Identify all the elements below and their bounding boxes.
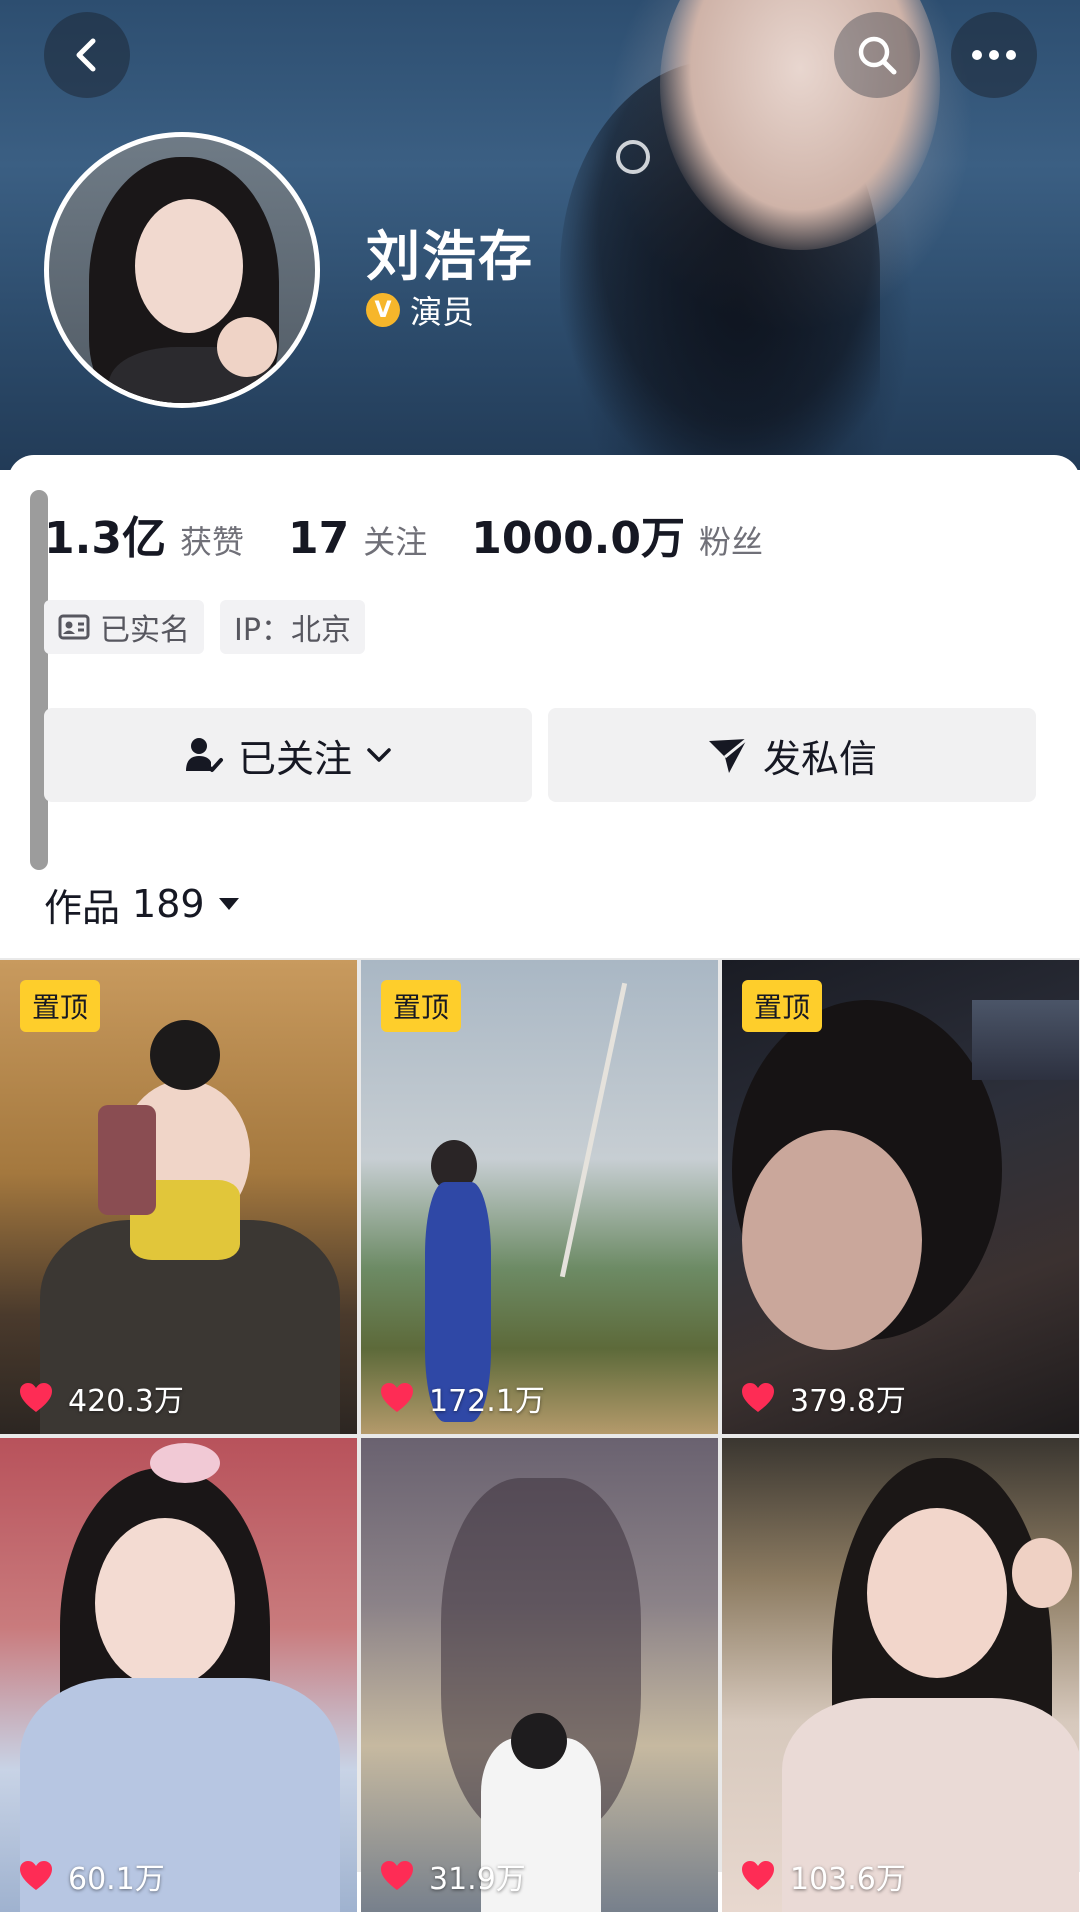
following-count[interactable]: 17 — [288, 513, 349, 564]
user-check-icon — [185, 738, 223, 772]
stats-row: 1.3亿 获赞 17 关注 1000.0万 粉丝 — [44, 502, 807, 564]
profile-name: 刘浩存 — [366, 225, 534, 288]
video-likes: 103.6万 — [740, 1854, 906, 1898]
heart-icon — [742, 1383, 774, 1412]
video-tile[interactable]: 置顶 420.3万 — [0, 960, 357, 1434]
followed-button[interactable]: 已关注 — [44, 708, 532, 802]
profile-tags: 已实名 IP：北京 — [44, 600, 365, 654]
video-likes: 420.3万 — [18, 1376, 184, 1420]
video-tile[interactable]: 103.6万 — [722, 1438, 1079, 1912]
likes-count: 1.3亿 — [44, 513, 166, 564]
video-tile[interactable]: 60.1万 — [0, 1438, 357, 1912]
followers-count[interactable]: 1000.0万 — [471, 502, 685, 566]
search-button[interactable] — [834, 12, 920, 98]
heart-icon — [20, 1383, 52, 1412]
video-likes: 60.1万 — [18, 1854, 165, 1898]
video-likes: 379.8万 — [740, 1376, 906, 1420]
more-button[interactable] — [951, 12, 1037, 98]
avatar[interactable] — [44, 132, 320, 408]
verified-title: 演员 — [410, 293, 475, 331]
id-card-icon — [58, 614, 90, 640]
following-label[interactable]: 关注 — [363, 517, 427, 563]
verified-icon: V — [366, 293, 400, 327]
search-icon — [858, 36, 897, 75]
heart-icon — [20, 1861, 52, 1890]
send-icon — [708, 737, 748, 773]
back-icon — [76, 38, 96, 72]
pinned-badge: 置顶 — [381, 980, 462, 1032]
followers-label[interactable]: 粉丝 — [699, 517, 763, 563]
works-count: 189 — [132, 882, 205, 926]
more-icon — [972, 50, 1016, 60]
works-tab[interactable]: 作品 189 — [44, 876, 241, 932]
heart-icon — [381, 1383, 413, 1412]
back-button[interactable] — [44, 12, 130, 98]
video-tile[interactable]: 置顶 172.1万 — [361, 960, 718, 1434]
video-tile[interactable]: 31.9万 — [361, 1438, 718, 1912]
send-message-label: 发私信 — [762, 736, 877, 781]
works-label: 作品 — [44, 885, 121, 930]
send-message-button[interactable]: 发私信 — [548, 708, 1036, 802]
followed-label: 已关注 — [237, 736, 352, 781]
likes-label: 获赞 — [179, 523, 244, 561]
pinned-badge: 置顶 — [742, 980, 823, 1032]
video-likes: 172.1万 — [379, 1376, 545, 1420]
heart-icon — [381, 1861, 413, 1890]
video-tile[interactable]: 置顶 379.8万 — [722, 960, 1079, 1434]
banner-photo-earring — [616, 140, 650, 174]
chevron-down-icon — [367, 748, 391, 762]
real-name-tag: 已实名 — [44, 600, 204, 654]
verified-row: V 演员 — [366, 290, 475, 331]
ip-location-tag: IP：北京 — [220, 600, 365, 654]
pinned-badge: 置顶 — [20, 980, 101, 1032]
video-likes: 31.9万 — [379, 1854, 526, 1898]
heart-icon — [742, 1861, 774, 1890]
caret-down-icon — [218, 898, 239, 910]
